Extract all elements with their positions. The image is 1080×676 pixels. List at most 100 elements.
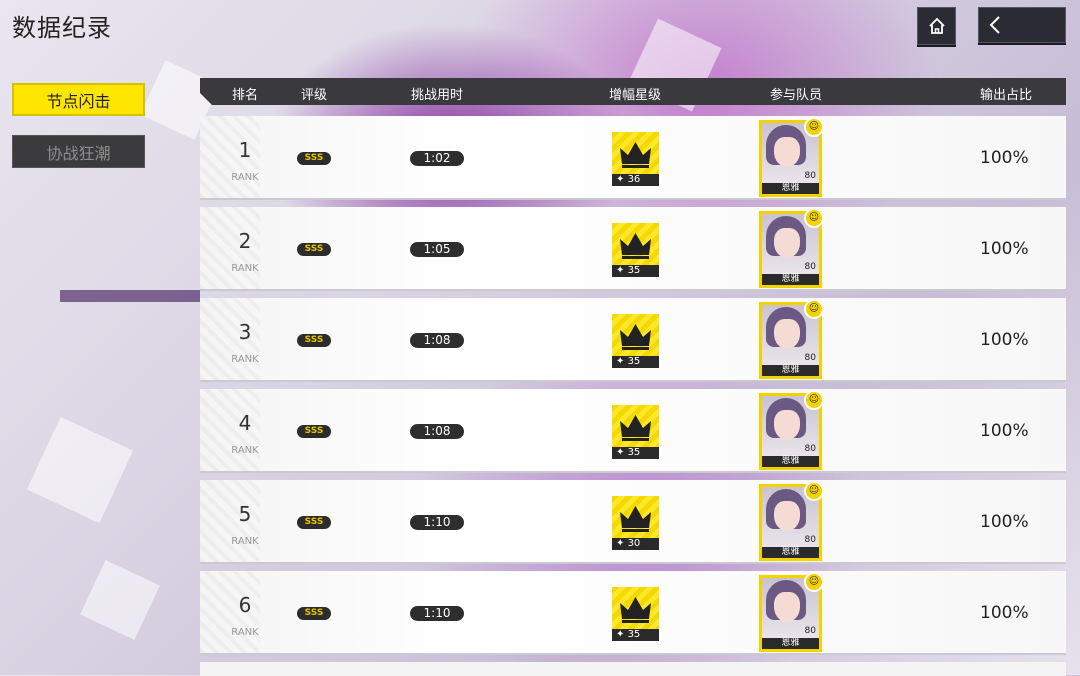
boost-value: 35: [627, 629, 641, 640]
back-arrow-icon: [989, 16, 1000, 34]
boost-star-card: ✦ 35: [612, 223, 659, 277]
member-card[interactable]: 80 ☺ 恩雅: [759, 208, 824, 288]
boost-star-card: ✦ 35: [612, 405, 659, 459]
challenge-time: 1:08: [410, 424, 464, 439]
header-rank: 排名: [231, 88, 259, 103]
rank-number: 6: [238, 593, 252, 617]
background-shape: [80, 560, 160, 640]
challenge-time: 1:02: [410, 151, 464, 166]
challenge-time: 1:10: [410, 515, 464, 530]
member-level: 80: [804, 444, 816, 454]
member-level: 80: [804, 535, 816, 545]
rank-number: 1: [238, 138, 252, 162]
boost-star-card: ✦ 35: [612, 314, 659, 368]
boost-level: ✦ 35: [612, 447, 659, 459]
challenge-time: 1:10: [410, 606, 464, 621]
rank-label: RANK: [231, 263, 259, 274]
record-row[interactable]: 1 RANK SSS 1:02 ✦ 36 80 ☺ 恩雅 100%: [200, 116, 1066, 200]
crown-icon: [620, 506, 651, 532]
boost-value: 35: [627, 447, 641, 458]
grade-badge: SSS: [297, 425, 331, 438]
smile-icon: ☺: [804, 208, 824, 228]
member-card[interactable]: 80 ☺ 恩雅: [759, 481, 824, 561]
output-ratio: 100%: [980, 512, 1029, 532]
portrait-face: [774, 319, 800, 349]
rank-number: 3: [238, 320, 252, 344]
grade-badge: SSS: [297, 516, 331, 529]
portrait-face: [774, 137, 800, 167]
boost-level: ✦ 35: [612, 265, 659, 277]
rank-label: RANK: [231, 445, 259, 456]
member-card[interactable]: 80 ☺ 恩雅: [759, 117, 824, 197]
tab-coop-frenzy[interactable]: 协战狂潮: [12, 135, 145, 168]
header-member: 参与队员: [769, 88, 823, 103]
member-level: 80: [804, 171, 816, 181]
home-button[interactable]: [917, 7, 956, 45]
output-ratio: 100%: [980, 148, 1029, 168]
record-row[interactable]: 2 RANK SSS 1:05 ✦ 35 80 ☺ 恩雅 100%: [200, 207, 1066, 291]
boost-level: ✦ 30: [612, 538, 659, 550]
record-row[interactable]: 4 RANK SSS 1:08 ✦ 35 80 ☺ 恩雅 100%: [200, 389, 1066, 473]
member-name: 恩雅: [762, 456, 819, 467]
record-row[interactable]: 5 RANK SSS 1:10 ✦ 30 80 ☺ 恩雅 100%: [200, 480, 1066, 564]
record-list: 1 RANK SSS 1:02 ✦ 36 80 ☺ 恩雅 100% 2 RANK…: [200, 116, 1066, 676]
record-row[interactable]: 3 RANK SSS 1:08 ✦ 35 80 ☺ 恩雅 100%: [200, 298, 1066, 382]
boost-value: 35: [627, 265, 641, 276]
portrait-face: [774, 228, 800, 258]
member-level: 80: [804, 353, 816, 363]
rank-label: RANK: [231, 172, 259, 183]
output-ratio: 100%: [980, 330, 1029, 350]
member-name: 恩雅: [762, 365, 819, 376]
crown-icon: [620, 233, 651, 259]
record-row[interactable]: 6 RANK SSS 1:10 ✦ 35 80 ☺ 恩雅 100%: [200, 571, 1066, 655]
crown-icon: [620, 415, 651, 441]
boost-star-card: ✦ 36: [612, 132, 659, 186]
grade-badge: SSS: [297, 152, 331, 165]
smile-icon: ☺: [804, 572, 824, 592]
header-time: 挑战用时: [410, 88, 464, 103]
grade-badge: SSS: [297, 334, 331, 347]
boost-value: 30: [627, 538, 641, 549]
boost-level: ✦ 35: [612, 356, 659, 368]
output-ratio: 100%: [980, 603, 1029, 623]
challenge-time: 1:05: [410, 242, 464, 257]
rank-label: RANK: [231, 536, 259, 547]
member-card[interactable]: 80 ☺ 恩雅: [759, 299, 824, 379]
background-shape: [26, 416, 134, 524]
member-level: 80: [804, 626, 816, 636]
header-grade: 评级: [300, 88, 328, 103]
portrait-face: [774, 410, 800, 440]
boost-star-card: ✦ 35: [612, 587, 659, 641]
boost-value: 36: [627, 174, 641, 185]
output-ratio: 100%: [980, 239, 1029, 259]
member-card[interactable]: 80 ☺ 恩雅: [759, 390, 824, 470]
crown-icon: [620, 142, 651, 168]
output-ratio: 100%: [980, 421, 1029, 441]
home-icon: [928, 17, 945, 34]
portrait-face: [774, 592, 800, 622]
tab-node-blitz[interactable]: 节点闪击: [12, 83, 145, 116]
grade-badge: SSS: [297, 607, 331, 620]
smile-icon: ☺: [804, 117, 824, 137]
challenge-time: 1:08: [410, 333, 464, 348]
crown-icon: [620, 597, 651, 623]
member-name: 恩雅: [762, 183, 819, 194]
back-button[interactable]: [978, 7, 1066, 43]
member-name: 恩雅: [762, 547, 819, 558]
rank-label: RANK: [231, 354, 259, 365]
boost-level: ✦ 36: [612, 174, 659, 186]
boost-level: ✦ 35: [612, 629, 659, 641]
smile-icon: ☺: [804, 390, 824, 410]
header-boost: 增幅星级: [608, 88, 662, 103]
page-title: 数据纪录: [12, 14, 112, 42]
grade-badge: SSS: [297, 243, 331, 256]
rank-number: 4: [238, 411, 252, 435]
smile-icon: ☺: [804, 481, 824, 501]
table-header: 排名 评级 挑战用时 增幅星级 参与队员 输出占比: [200, 78, 1066, 105]
member-card[interactable]: 80 ☺ 恩雅: [759, 572, 824, 652]
boost-star-card: ✦ 30: [612, 496, 659, 550]
crown-icon: [620, 324, 651, 350]
background-stripe: [60, 290, 200, 302]
rank-number: 2: [238, 229, 252, 253]
member-name: 恩雅: [762, 274, 819, 285]
